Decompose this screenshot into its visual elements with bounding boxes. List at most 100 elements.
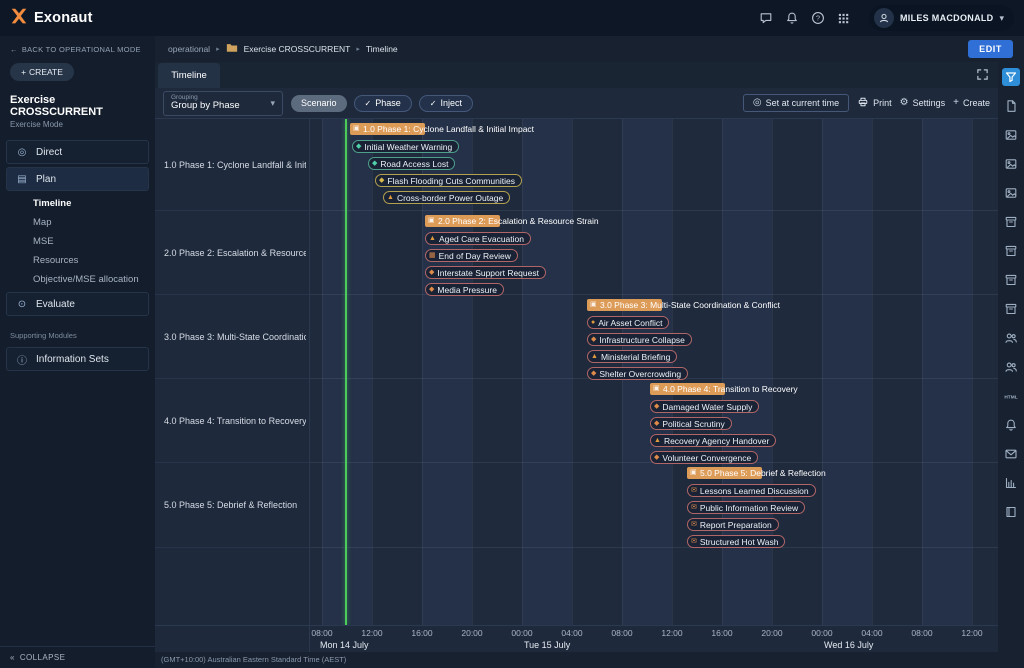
exercise-subtitle: Exercise Mode xyxy=(0,118,155,137)
inject-chip[interactable]: ▲Cross-border Power Outage xyxy=(383,191,510,204)
timeline-row-label: 5.0 Phase 5: Debrief & Reflection xyxy=(155,463,309,548)
filter-chip-inject[interactable]: ✓Inject xyxy=(419,95,473,112)
topbar-icons: ? xyxy=(753,5,857,31)
sidebar-item-plan[interactable]: ▤Plan xyxy=(6,167,149,191)
exonaut-logo-icon xyxy=(10,7,28,30)
timeline-row: ▣5.0 Phase 5: Debrief & Reflection✉Lesso… xyxy=(310,463,998,548)
sidebar-item-mse[interactable]: MSE xyxy=(0,232,155,251)
sidebar-item-map[interactable]: Map xyxy=(0,213,155,232)
triangle-icon: ▲ xyxy=(387,194,394,201)
archive-icon[interactable] xyxy=(1002,213,1020,231)
inject-chip[interactable]: ✉Public Information Review xyxy=(687,501,805,514)
book-icon[interactable] xyxy=(1002,503,1020,521)
sidebar-spacer xyxy=(0,374,155,646)
inject-chip[interactable]: ◆Interstate Support Request xyxy=(425,266,546,279)
timeline-row-label: 4.0 Phase 4: Transition to Recovery xyxy=(155,379,309,463)
filter-chip-scenario[interactable]: Scenario xyxy=(291,95,347,112)
breadcrumb-exercise[interactable]: Exercise CROSSCURRENT xyxy=(244,44,351,54)
inject-chip[interactable]: ◆Volunteer Convergence xyxy=(650,451,758,464)
bell-icon[interactable] xyxy=(779,5,805,31)
inject-chip[interactable]: ●Air Asset Conflict xyxy=(587,316,669,329)
crosshair-icon: ◎ xyxy=(753,98,762,108)
print-button[interactable]: Print xyxy=(857,96,892,110)
timeline-row-label: 1.0 Phase 1: Cyclone Landfall & Initia..… xyxy=(155,119,309,211)
fullscreen-icon[interactable] xyxy=(976,68,989,86)
create-label: Create xyxy=(963,98,990,108)
inject-chip[interactable]: ▲Ministerial Briefing xyxy=(587,350,677,363)
user-name: MILES MACDONALD xyxy=(900,13,994,23)
inject-chip[interactable]: ◆Political Scrutiny xyxy=(650,417,732,430)
archive-icon[interactable] xyxy=(1002,242,1020,260)
help-icon[interactable]: ? xyxy=(805,5,831,31)
eye-icon: ⊙ xyxy=(16,299,28,310)
settings-button[interactable]: ⚙ Settings xyxy=(900,98,946,108)
sidebar-item-objective-mse-allocation[interactable]: Objective/MSE allocation xyxy=(0,270,155,289)
filter-icon[interactable] xyxy=(1002,68,1020,86)
breadcrumb-operational[interactable]: operational xyxy=(168,44,210,54)
file-icon[interactable] xyxy=(1002,97,1020,115)
filter-chip-phase[interactable]: ✓Phase xyxy=(354,95,412,112)
inject-chip[interactable]: ◆Damaged Water Supply xyxy=(650,400,759,413)
inject-chip[interactable]: ◆Initial Weather Warning xyxy=(352,140,459,153)
set-at-current-time-button[interactable]: ◎ Set at current time xyxy=(743,94,849,112)
mail-icon: ✉ xyxy=(691,504,697,511)
collapse-sidebar-button[interactable]: « COLLAPSE xyxy=(0,646,155,668)
brand[interactable]: Exonaut xyxy=(10,7,93,30)
inject-chip[interactable]: ◆Flash Flooding Cuts Communities xyxy=(375,174,522,187)
inject-chip[interactable]: ✉Report Preparation xyxy=(687,518,779,531)
archive-icon[interactable] xyxy=(1002,300,1020,318)
axis-tick: 12:00 xyxy=(961,628,982,638)
image-icon[interactable] xyxy=(1002,184,1020,202)
chat-icon[interactable] xyxy=(753,5,779,31)
inject-chip[interactable]: ◆Infrastructure Collapse xyxy=(587,333,692,346)
grouping-select[interactable]: Grouping Group by Phase ▾ xyxy=(163,91,283,116)
inject-label: Lessons Learned Discussion xyxy=(700,486,809,496)
chevron-down-icon: ▾ xyxy=(270,98,275,109)
right-icon-rail: HTML xyxy=(998,62,1024,668)
diamond-icon: ◆ xyxy=(429,286,434,293)
sidebar-item-timeline[interactable]: Timeline xyxy=(0,194,155,213)
diamond-icon: ◆ xyxy=(379,177,384,184)
timeline-row: ▣1.0 Phase 1: Cyclone Landfall & Initial… xyxy=(310,119,998,211)
sidebar-create-button[interactable]: + CREATE xyxy=(10,63,74,81)
inject-chip[interactable]: ✉Structured Hot Wash xyxy=(687,535,785,548)
sidebar-item-information-sets[interactable]: ⓘ Information Sets xyxy=(6,347,149,371)
inject-chip[interactable]: ▦End of Day Review xyxy=(425,249,518,262)
inject-chip[interactable]: ◆Shelter Overcrowding xyxy=(587,367,688,380)
timeline-row-label: 3.0 Phase 3: Multi-State Coordination... xyxy=(155,295,309,379)
tab-timeline[interactable]: Timeline xyxy=(158,63,220,88)
image-icon[interactable] xyxy=(1002,126,1020,144)
sidebar-item-resources[interactable]: Resources xyxy=(0,251,155,270)
inject-chip[interactable]: ▲Aged Care Evacuation xyxy=(425,232,531,245)
grouping-value: Group by Phase xyxy=(171,101,240,111)
chart-icon[interactable] xyxy=(1002,474,1020,492)
apps-icon[interactable] xyxy=(831,5,857,31)
back-to-operational-mode[interactable]: ← BACK TO OPERATIONAL MODE xyxy=(0,36,155,56)
inject-chip[interactable]: ✉Lessons Learned Discussion xyxy=(687,484,816,497)
gantt-chart[interactable]: ▣1.0 Phase 1: Cyclone Landfall & Initial… xyxy=(310,119,998,625)
sidebar-item-evaluate[interactable]: ⊙Evaluate xyxy=(6,292,149,316)
edit-button[interactable]: EDIT xyxy=(968,40,1013,58)
sidebar-item-label: Objective/MSE allocation xyxy=(33,274,139,285)
inject-label: Ministerial Briefing xyxy=(601,352,670,362)
inject-chip[interactable]: ◆Road Access Lost xyxy=(368,157,455,170)
create-button[interactable]: + Create xyxy=(953,98,990,108)
inject-chip[interactable]: ◆Media Pressure xyxy=(425,283,504,296)
axis-day: Wed 16 July xyxy=(824,640,873,650)
sidebar-item-label: Map xyxy=(33,217,51,228)
user-menu[interactable]: MILES MACDONALD ▾ xyxy=(869,5,1014,31)
inject-chip[interactable]: ▲Recovery Agency Handover xyxy=(650,434,776,447)
people-icon[interactable] xyxy=(1002,329,1020,347)
mail-icon[interactable] xyxy=(1002,445,1020,463)
inject-label: Interstate Support Request xyxy=(437,268,539,278)
mail-icon: ✉ xyxy=(691,487,697,494)
plus-icon: + xyxy=(953,98,959,108)
people-icon[interactable] xyxy=(1002,358,1020,376)
html-icon[interactable]: HTML xyxy=(1002,387,1020,405)
bell-icon[interactable] xyxy=(1002,416,1020,434)
inject-label: Report Preparation xyxy=(700,520,772,530)
breadcrumb-timeline[interactable]: Timeline xyxy=(366,44,398,54)
sidebar-item-direct[interactable]: ◎Direct xyxy=(6,140,149,164)
image-icon[interactable] xyxy=(1002,155,1020,173)
archive-icon[interactable] xyxy=(1002,271,1020,289)
